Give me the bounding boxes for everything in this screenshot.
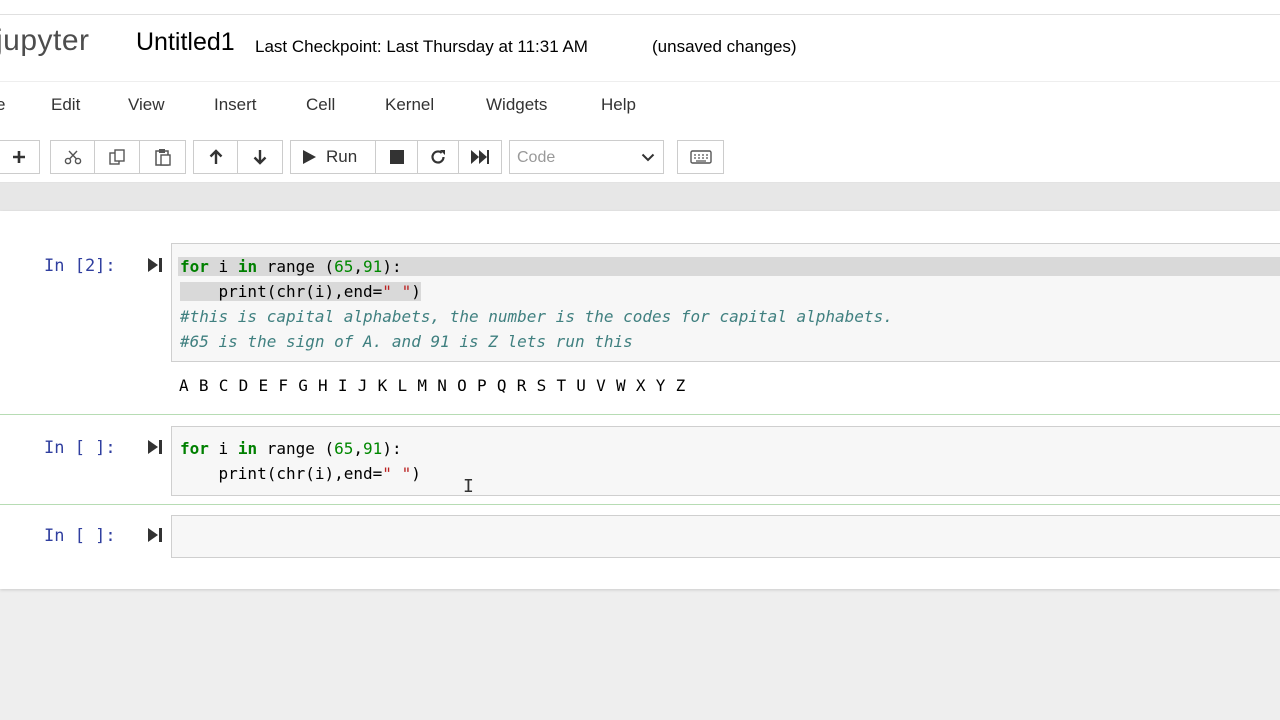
selected-cell-top-border: [0, 414, 1280, 415]
cell-2-input-area[interactable]: for i in range (65,91): print(chr(i),end…: [171, 426, 1280, 496]
cell-type-value: Code: [517, 149, 556, 166]
interrupt-kernel-button[interactable]: [375, 140, 418, 174]
cut-icon: [64, 150, 81, 165]
plus-icon: [13, 151, 25, 163]
chevron-down-icon: [641, 153, 655, 162]
insert-cell-button[interactable]: [0, 140, 40, 174]
cell-3-run-icon[interactable]: [147, 527, 163, 543]
paste-icon: [154, 149, 171, 166]
stop-icon: [389, 150, 404, 164]
menu-file[interactable]: e: [0, 95, 5, 115]
cell-2-prompt: In [ ]:: [44, 438, 116, 458]
notebook-name[interactable]: Untitled1: [136, 28, 235, 57]
cell-1-comment-line-2: #65 is the sign of A. and 91 is Z lets r…: [180, 332, 633, 351]
cell-1-input-area[interactable]: for i in range (65,91): print(chr(i),end…: [171, 243, 1280, 362]
unsaved-changes-status: (unsaved changes): [652, 37, 797, 56]
cell-2-code-line-1: for i in range (65,91):: [180, 439, 402, 458]
copy-button[interactable]: [94, 140, 140, 174]
paste-button[interactable]: [139, 140, 186, 174]
arrow-down-icon: [253, 150, 267, 165]
cell-1-code-line-1: for i in range (65,91):: [178, 257, 1280, 276]
menu-insert[interactable]: Insert: [214, 95, 257, 115]
cell-3-input-area[interactable]: [171, 515, 1280, 558]
cell-2-code-line-2: print(chr(i),end=" "): [180, 464, 421, 483]
cell-1-comment-line-1: #this is capital alphabets, the number i…: [180, 307, 893, 326]
menu-edit[interactable]: Edit: [51, 95, 80, 115]
cell-1-code-line-2: print(chr(i),end=" "): [180, 282, 421, 301]
menu-view[interactable]: View: [128, 95, 165, 115]
command-palette-button[interactable]: [677, 140, 724, 174]
copy-icon: [109, 149, 125, 165]
cell-1-output: A B C D E F G H I J K L M N O P Q R S T …: [179, 376, 686, 395]
move-cell-down-button[interactable]: [237, 140, 283, 174]
run-button-label: Run: [326, 147, 358, 166]
restart-kernel-button[interactable]: [417, 140, 459, 174]
menu-kernel[interactable]: Kernel: [385, 95, 434, 115]
checkpoint-status: Last Checkpoint: Last Thursday at 11:31 …: [255, 37, 588, 56]
restart-icon: [431, 150, 445, 164]
cell-type-select[interactable]: Code: [509, 140, 664, 174]
run-icon: [303, 150, 316, 164]
cut-button[interactable]: [50, 140, 95, 174]
browser-top-strip: [0, 0, 1280, 15]
selected-cell-bottom-border: [0, 504, 1280, 505]
cell-1-run-icon[interactable]: [147, 257, 163, 273]
cell-1-prompt: In [2]:: [44, 256, 116, 276]
arrow-up-icon: [209, 149, 222, 164]
menu-help[interactable]: Help: [601, 95, 636, 115]
text-cursor-ibeam: I: [463, 476, 474, 497]
move-cell-up-button[interactable]: [193, 140, 238, 174]
cell-2-run-icon[interactable]: [147, 439, 163, 455]
run-button[interactable]: Run: [290, 140, 376, 174]
menu-cell[interactable]: Cell: [306, 95, 335, 115]
menu-widgets[interactable]: Widgets: [486, 95, 547, 115]
restart-run-all-button[interactable]: [458, 140, 502, 174]
cell-3-prompt: In [ ]:: [44, 526, 116, 546]
jupyter-logo[interactable]: jupyter: [0, 24, 90, 58]
menubar: [0, 82, 1280, 132]
keyboard-icon: [689, 150, 712, 164]
fast-forward-icon: [471, 150, 489, 164]
toolbar-shadow-band: [0, 183, 1280, 211]
